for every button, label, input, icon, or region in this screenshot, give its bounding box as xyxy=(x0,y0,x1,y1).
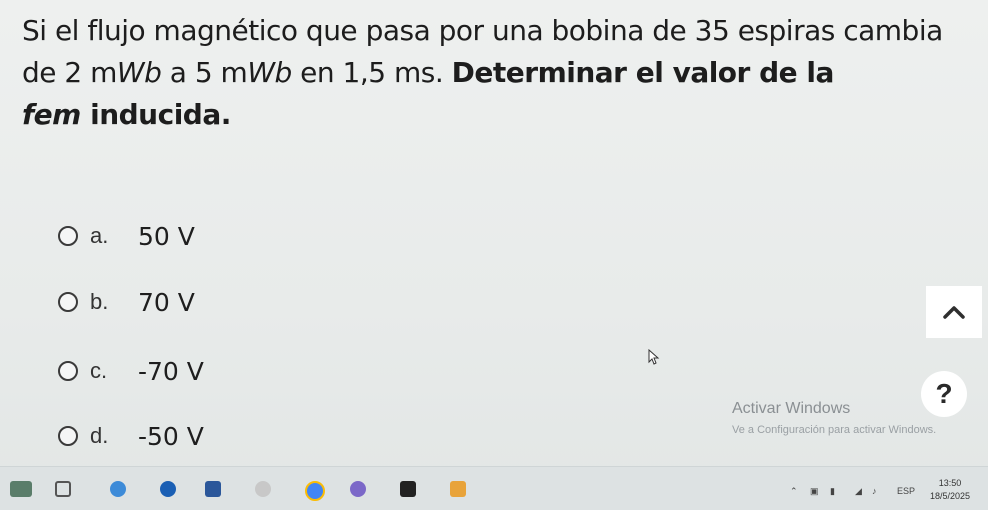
folder-icon[interactable] xyxy=(450,481,466,497)
battery-icon[interactable]: ▮ xyxy=(830,486,835,497)
option-a[interactable]: a. 50 V xyxy=(58,219,195,253)
question-fem: fem xyxy=(22,98,81,131)
edge-browser-icon[interactable] xyxy=(110,481,126,497)
mouse-cursor-icon xyxy=(648,349,660,365)
scroll-to-top-button[interactable] xyxy=(926,286,982,338)
question-bold-part: Determinar el valor de la xyxy=(451,56,835,89)
question-part-2: a 5 m xyxy=(161,56,248,89)
radio-button-d[interactable] xyxy=(58,426,78,446)
option-c-letter: c. xyxy=(90,358,108,383)
activate-windows-subtitle: Ve a Configuración para activar Windows. xyxy=(732,424,937,436)
option-d-letter: d. xyxy=(90,423,109,448)
option-a-letter: a. xyxy=(90,223,109,248)
app-icon-blue[interactable] xyxy=(160,481,176,497)
option-d[interactable]: d. -50 V xyxy=(58,419,204,453)
app-icon-grey[interactable] xyxy=(255,481,271,497)
question-text: Si el flujo magnético que pasa por una b… xyxy=(22,10,972,136)
unit-wb-2: Wb xyxy=(247,56,292,89)
word-icon[interactable] xyxy=(205,481,221,497)
option-c[interactable]: c. -70 V xyxy=(58,354,204,388)
app-icon-dark[interactable] xyxy=(400,481,416,497)
option-b[interactable]: b. 70 V xyxy=(58,285,195,319)
option-b-value: 70 V xyxy=(138,287,195,317)
radio-button-a[interactable] xyxy=(58,226,78,246)
question-mark-icon: ? xyxy=(935,378,953,409)
unit-wb-1: Wb xyxy=(116,56,162,89)
activate-windows-title: Activar Windows xyxy=(732,400,851,417)
radio-button-c[interactable] xyxy=(58,361,78,381)
radio-button-b[interactable] xyxy=(58,292,78,312)
option-a-value: 50 V xyxy=(138,221,195,251)
language-indicator[interactable]: ESP xyxy=(897,486,915,496)
option-c-value: -70 V xyxy=(138,356,204,386)
volume-icon[interactable]: ♪ xyxy=(872,486,877,496)
taskbar: ⌃ ▣ ▮ ◢ ♪ ESP 13:50 18/5/2025 xyxy=(0,466,988,510)
tray-app-icon[interactable]: ▣ xyxy=(810,486,819,497)
start-weather-icon[interactable] xyxy=(10,481,32,497)
zoom-icon[interactable] xyxy=(350,481,366,497)
wifi-icon[interactable]: ◢ xyxy=(855,486,862,497)
chevron-up-icon xyxy=(943,306,965,319)
task-view-icon[interactable] xyxy=(55,481,71,497)
clock-time: 13:50 xyxy=(938,478,962,488)
question-bold-end: inducida. xyxy=(80,98,231,131)
option-d-value: -50 V xyxy=(138,421,204,451)
help-button[interactable]: ? xyxy=(921,371,967,417)
clock-date: 18/5/2025 xyxy=(930,491,971,501)
question-part-3: en 1,5 ms. xyxy=(291,56,452,89)
tray-chevron-icon[interactable]: ⌃ xyxy=(790,486,798,497)
quiz-page: Si el flujo magnético que pasa por una b… xyxy=(0,0,988,510)
option-b-letter: b. xyxy=(90,289,109,314)
taskbar-clock[interactable]: 13:50 18/5/2025 xyxy=(930,477,970,503)
chrome-icon[interactable] xyxy=(305,481,325,501)
